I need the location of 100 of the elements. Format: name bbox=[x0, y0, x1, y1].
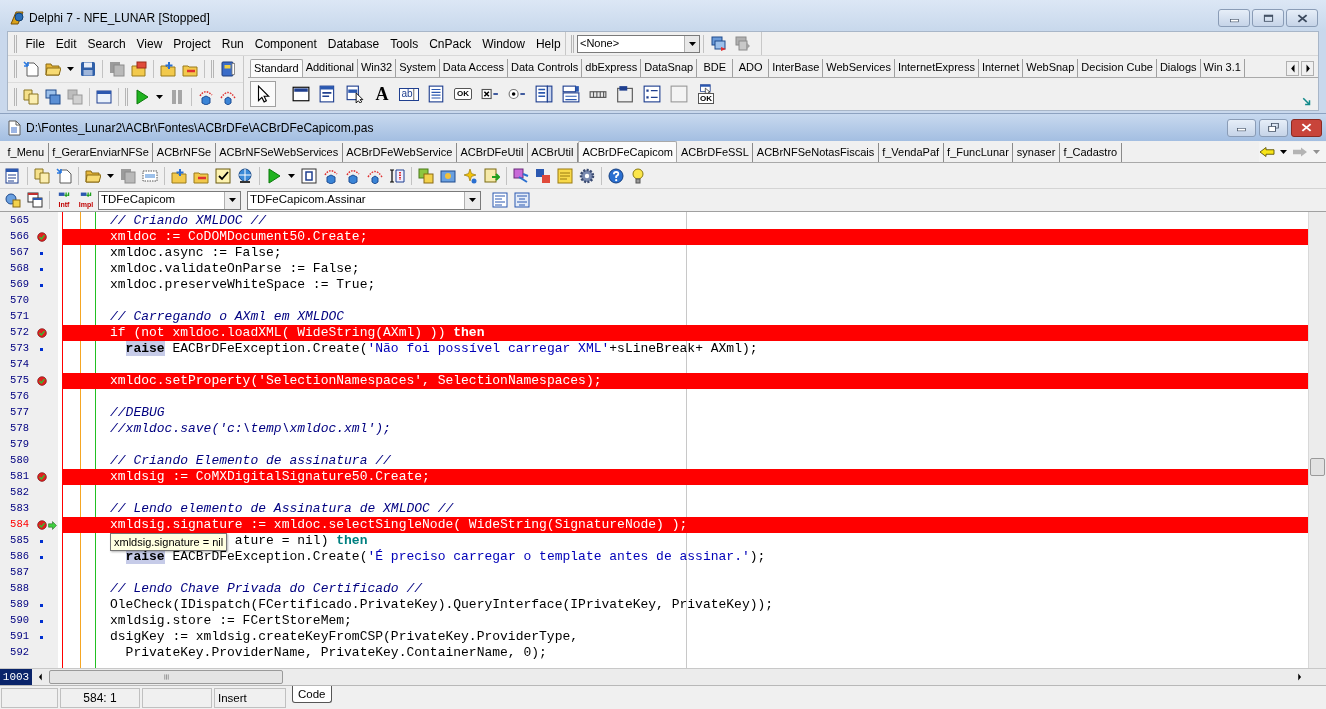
pages-icon[interactable] bbox=[23, 88, 39, 105]
scroll-left-button[interactable] bbox=[1286, 60, 1299, 76]
breakpoint-icon[interactable] bbox=[37, 328, 47, 338]
cube-arc-icon[interactable] bbox=[198, 88, 214, 105]
toolbar-handle[interactable] bbox=[14, 34, 17, 53]
window-stack-icon[interactable] bbox=[27, 192, 43, 208]
windows-arrow-icon[interactable] bbox=[711, 35, 727, 52]
toolbar-handle[interactable] bbox=[211, 60, 214, 78]
menu-item[interactable]: View bbox=[131, 34, 168, 53]
file-tab[interactable]: ACBrNFSeWebServices bbox=[215, 143, 343, 162]
menu-item[interactable]: Search bbox=[82, 34, 132, 53]
scrollbar-thumb[interactable] bbox=[49, 670, 283, 684]
windows-icon[interactable] bbox=[45, 88, 61, 105]
cube-arc-icon[interactable] bbox=[323, 167, 339, 184]
file-tab[interactable]: ACBrNFSe bbox=[153, 143, 216, 162]
dropdown-button[interactable] bbox=[464, 191, 480, 209]
cube-arc-icon[interactable] bbox=[345, 167, 361, 184]
tiles-icon[interactable] bbox=[418, 167, 434, 184]
dropdown-button[interactable] bbox=[224, 191, 240, 209]
palette-tab[interactable]: System bbox=[396, 59, 440, 77]
view-tab[interactable]: Code bbox=[292, 686, 332, 703]
class-combo[interactable]: TDFeCapicom bbox=[98, 190, 241, 210]
method-combo[interactable]: TDFeCapicom.Assinar bbox=[247, 190, 481, 210]
menu-item[interactable]: Edit bbox=[50, 34, 83, 53]
toolbar-handle[interactable] bbox=[14, 87, 17, 106]
picture-icon[interactable] bbox=[440, 167, 456, 184]
book-icon[interactable] bbox=[220, 61, 236, 77]
resize-arrow-icon[interactable] bbox=[1302, 97, 1312, 107]
list-window-icon[interactable] bbox=[5, 167, 21, 184]
file-tab[interactable]: f_GerarEnviarNFSe bbox=[48, 143, 154, 162]
run-icon[interactable] bbox=[266, 167, 282, 184]
dotted-window-icon[interactable] bbox=[142, 167, 158, 184]
minimize-button[interactable] bbox=[1227, 118, 1256, 137]
text-cursor-icon[interactable] bbox=[389, 167, 405, 184]
file-tab[interactable]: ACBrDFeUtil bbox=[456, 143, 528, 162]
palette-tab[interactable]: Data Access bbox=[439, 59, 508, 77]
scrollbar-thumb[interactable] bbox=[1310, 458, 1325, 476]
desktop-combo[interactable]: <None> bbox=[577, 34, 700, 53]
circle-square-icon[interactable] bbox=[5, 192, 21, 208]
caret-icon[interactable] bbox=[288, 173, 295, 178]
stacked-pages-icon[interactable] bbox=[109, 61, 125, 77]
toolbar-handle[interactable] bbox=[14, 60, 17, 78]
menu-item[interactable]: Component bbox=[249, 34, 323, 53]
file-tab[interactable]: f_Menu bbox=[4, 143, 49, 162]
folder-plus-icon[interactable] bbox=[171, 167, 187, 184]
menu-item[interactable]: Project bbox=[167, 34, 217, 53]
arrow-page-icon[interactable] bbox=[484, 167, 500, 184]
globe-icon[interactable] bbox=[237, 167, 253, 184]
palette-tab[interactable]: Win 3.1 bbox=[1200, 59, 1245, 77]
menu-item[interactable]: Run bbox=[216, 34, 250, 53]
caret-icon[interactable] bbox=[67, 67, 74, 71]
sparkle-icon[interactable] bbox=[462, 167, 478, 184]
stacked-pages-icon[interactable] bbox=[120, 167, 136, 184]
breakpoint-icon[interactable] bbox=[37, 376, 47, 386]
palette-tab[interactable]: Internet bbox=[978, 59, 1024, 77]
menu-item[interactable]: Window bbox=[476, 34, 531, 53]
checklist-icon[interactable] bbox=[215, 167, 231, 184]
file-tab[interactable]: ACBrDFeSSL bbox=[677, 143, 754, 162]
palette-tab[interactable]: DataSnap bbox=[641, 59, 698, 77]
menu-item[interactable]: CnPack bbox=[423, 34, 477, 53]
close-button[interactable] bbox=[1286, 9, 1318, 27]
edit-tool-button[interactable]: ab bbox=[396, 81, 422, 107]
scroll-right-icon[interactable] bbox=[1297, 673, 1302, 681]
framed-box-icon[interactable] bbox=[301, 167, 317, 184]
toolbar-handle[interactable] bbox=[125, 87, 128, 106]
file-tab[interactable]: synaser bbox=[1013, 143, 1060, 162]
file-tab[interactable]: ACBrDFeWebService bbox=[342, 143, 457, 162]
palette-tab[interactable]: Standard bbox=[250, 59, 303, 77]
palette-tab[interactable]: Decision Cube bbox=[1078, 59, 1157, 77]
breakpoint-icon[interactable] bbox=[37, 472, 47, 482]
folder-icon[interactable] bbox=[45, 61, 61, 77]
breakpoint-icon[interactable] bbox=[37, 232, 47, 242]
menu-item[interactable]: Tools bbox=[384, 34, 424, 53]
squares-icon[interactable] bbox=[535, 167, 551, 184]
file-tab[interactable]: ACBrNFSeNotasFiscais bbox=[753, 143, 879, 162]
file-tab[interactable]: ACBrDFeCapicom bbox=[578, 141, 678, 162]
palette-tab[interactable]: WebServices bbox=[823, 59, 895, 77]
folder-plus-icon[interactable] bbox=[160, 61, 176, 77]
folder-icon[interactable] bbox=[131, 61, 147, 77]
file-tab[interactable]: f_VendaPaf bbox=[878, 143, 944, 162]
palette-tab[interactable]: Additional bbox=[302, 59, 358, 77]
window-icon[interactable] bbox=[96, 88, 112, 105]
restore-button[interactable] bbox=[1259, 118, 1288, 137]
vertical-scrollbar[interactable] bbox=[1308, 212, 1326, 668]
palette-tab[interactable]: Dialogs bbox=[1156, 59, 1201, 77]
pages-icon[interactable] bbox=[34, 167, 50, 184]
palette-tab[interactable]: InterBase bbox=[769, 59, 824, 77]
caret-icon[interactable] bbox=[1280, 150, 1287, 154]
box-lines-icon[interactable] bbox=[513, 167, 529, 184]
breakpoint-icon[interactable] bbox=[37, 520, 47, 530]
caret-icon[interactable] bbox=[107, 173, 114, 178]
toolbar-handle[interactable] bbox=[571, 34, 574, 53]
palette-tab[interactable]: InternetExpress bbox=[894, 59, 979, 77]
settings-icon[interactable] bbox=[579, 167, 595, 184]
file-tab[interactable]: f_FuncLunar bbox=[943, 143, 1014, 162]
action-list-tool-button[interactable]: OK bbox=[693, 81, 719, 107]
dropdown-button[interactable] bbox=[684, 35, 699, 52]
menu-item[interactable]: Database bbox=[322, 34, 385, 53]
palette-tab[interactable]: Win32 bbox=[358, 59, 397, 77]
palette-tab[interactable]: dbExpress bbox=[582, 59, 642, 77]
